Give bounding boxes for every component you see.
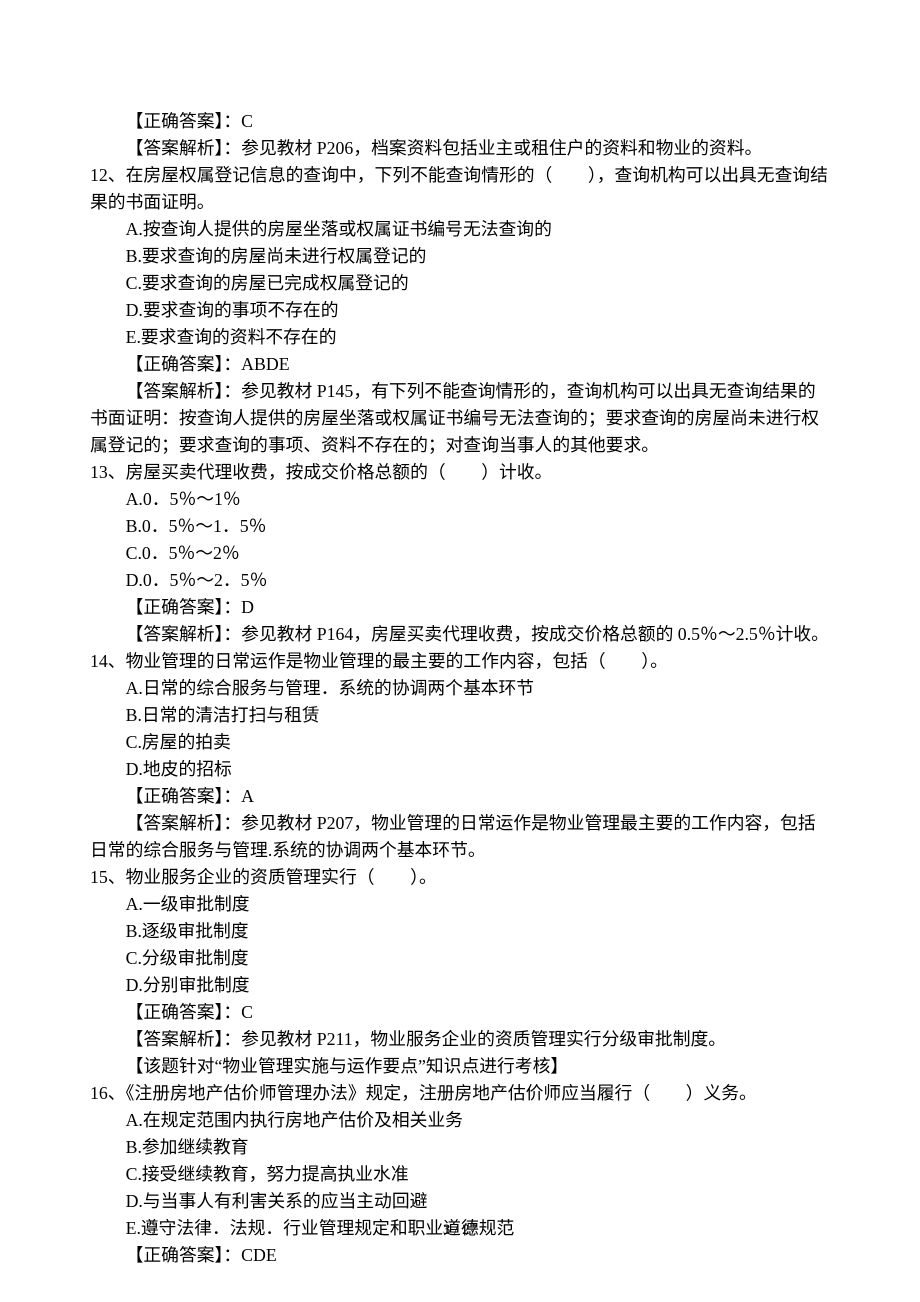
option-a: A.在规定范围内执行房地产估价及相关业务 (90, 1107, 830, 1134)
question-15: 15、物业服务企业的资质管理实行（ ）。 A.一级审批制度 B.逐级审批制度 C… (90, 864, 830, 1080)
option-d: D.分别审批制度 (90, 972, 830, 999)
option-c: C.要求查询的房屋已完成权属登记的 (90, 270, 830, 297)
correct-answer: 【正确答案】：CDE (90, 1242, 830, 1269)
option-b: B.要求查询的房屋尚未进行权属登记的 (90, 243, 830, 270)
question-13: 13、房屋买卖代理收费，按成交价格总额的（ ）计收。 A.0．5％～1％ B.0… (90, 459, 830, 648)
answer-analysis: 【答案解析】：参见教材 P164，房屋买卖代理收费，按成交价格总额的 0.5％～… (90, 621, 830, 648)
option-c: C.分级审批制度 (90, 945, 830, 972)
option-c: C.接受继续教育，努力提高执业水准 (90, 1161, 830, 1188)
correct-answer: 【正确答案】：C (90, 999, 830, 1026)
page-number: 3 / 27 (0, 1217, 920, 1244)
option-d: D.0．5％～2．5％ (90, 567, 830, 594)
option-b: B.参加继续教育 (90, 1134, 830, 1161)
question-stem: 15、物业服务企业的资质管理实行（ ）。 (90, 864, 830, 891)
answer-analysis: 【答案解析】：参见教材 P211，物业服务企业的资质管理实行分级审批制度。 (90, 1026, 830, 1053)
option-a: A.0．5％～1％ (90, 486, 830, 513)
correct-answer: 【正确答案】：D (90, 594, 830, 621)
option-d: D.地皮的招标 (90, 756, 830, 783)
option-a: A.一级审批制度 (90, 891, 830, 918)
question-stem: 13、房屋买卖代理收费，按成交价格总额的（ ）计收。 (90, 459, 830, 486)
option-b: B.0．5％～1．5％ (90, 513, 830, 540)
answer-analysis: 【答案解析】：参见教材 P206，档案资料包括业主或租住户的资料和物业的资料。 (90, 135, 830, 162)
option-b: B.日常的清洁打扫与租赁 (90, 702, 830, 729)
question-stem: 12、在房屋权属登记信息的查询中，下列不能查询情形的（ ），查询机构可以出具无查… (90, 162, 830, 216)
answer-analysis: 【答案解析】：参见教材 P207，物业管理的日常运作是物业管理最主要的工作内容，… (90, 810, 830, 864)
option-d: D.与当事人有利害关系的应当主动回避 (90, 1188, 830, 1215)
correct-answer: 【正确答案】：ABDE (90, 351, 830, 378)
option-e: E.要求查询的资料不存在的 (90, 324, 830, 351)
question-stem: 14、物业管理的日常运作是物业管理的最主要的工作内容，包括（ ）。 (90, 648, 830, 675)
correct-answer: 【正确答案】：C (90, 108, 830, 135)
question-12: 12、在房屋权属登记信息的查询中，下列不能查询情形的（ ），查询机构可以出具无查… (90, 162, 830, 459)
option-a: A.日常的综合服务与管理．系统的协调两个基本环节 (90, 675, 830, 702)
document-page: 【正确答案】：C 【答案解析】：参见教材 P206，档案资料包括业主或租住户的资… (0, 0, 920, 1302)
option-b: B.逐级审批制度 (90, 918, 830, 945)
knowledge-note: 【该题针对“物业管理实施与运作要点”知识点进行考核】 (90, 1053, 830, 1080)
correct-answer: 【正确答案】：A (90, 783, 830, 810)
question-14: 14、物业管理的日常运作是物业管理的最主要的工作内容，包括（ ）。 A.日常的综… (90, 648, 830, 864)
option-a: A.按查询人提供的房屋坐落或权属证书编号无法查询的 (90, 216, 830, 243)
question-stem: 16、《注册房地产估价师管理办法》规定，注册房地产估价师应当履行（ ）义务。 (90, 1080, 830, 1107)
answer-analysis: 【答案解析】：参见教材 P145，有下列不能查询情形的，查询机构可以出具无查询结… (90, 378, 830, 459)
option-c: C.0．5％～2％ (90, 540, 830, 567)
question-11-tail: 【正确答案】：C 【答案解析】：参见教材 P206，档案资料包括业主或租住户的资… (90, 108, 830, 162)
option-c: C.房屋的拍卖 (90, 729, 830, 756)
option-d: D.要求查询的事项不存在的 (90, 297, 830, 324)
